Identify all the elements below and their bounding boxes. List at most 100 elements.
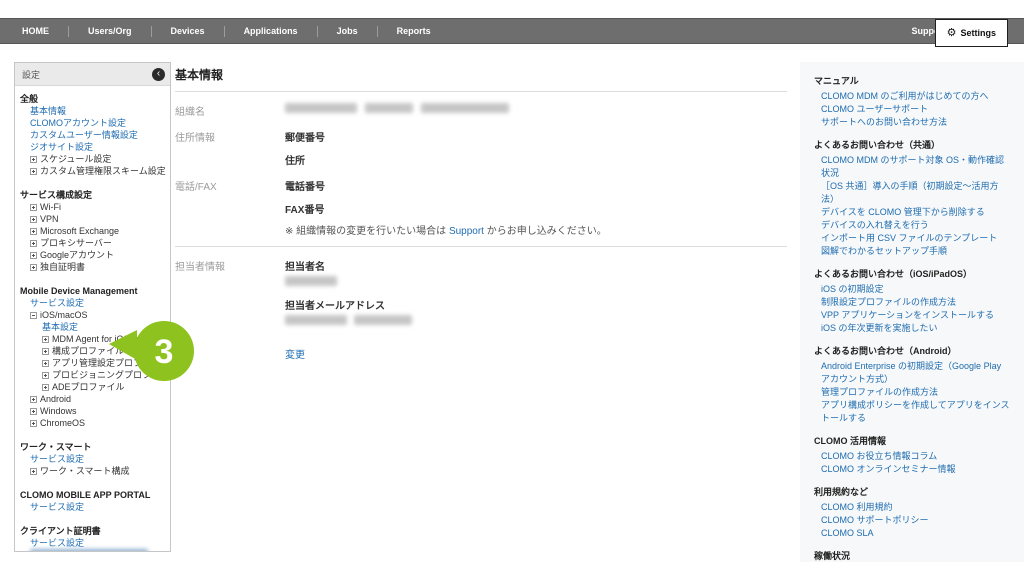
sidebar-item[interactable] bbox=[15, 549, 170, 552]
settings-tab[interactable]: ⚙ Settings bbox=[935, 19, 1008, 47]
nav-item-users-org[interactable]: Users/Org bbox=[69, 26, 151, 36]
help-link[interactable]: CLOMO SLA bbox=[814, 527, 1010, 540]
expand-icon[interactable] bbox=[30, 204, 37, 211]
section-divider bbox=[175, 246, 787, 247]
support-inline-link[interactable]: Support bbox=[449, 226, 484, 237]
fax-number-label: FAX番号 bbox=[285, 201, 325, 216]
page-title: 基本情報 bbox=[175, 66, 787, 92]
nav-item-home[interactable]: HOME bbox=[22, 26, 68, 36]
expand-icon[interactable] bbox=[42, 336, 49, 343]
expand-icon[interactable] bbox=[30, 468, 37, 475]
help-link[interactable]: CLOMO オンラインセミナー情報 bbox=[814, 463, 1010, 476]
help-section-header: よくあるお問い合わせ（Android） bbox=[814, 345, 1010, 358]
sidebar-item-label: MDM Agent for iOS設定 bbox=[52, 333, 148, 345]
sidebar-section: サービス構成設定Wi-FiVPNMicrosoft Exchangeプロキシサー… bbox=[15, 189, 170, 273]
note-suffix: からお申し込みください。 bbox=[484, 226, 607, 237]
expand-icon[interactable] bbox=[42, 384, 49, 391]
sidebar-item[interactable]: ジオサイト設定 bbox=[15, 141, 170, 153]
sidebar-item[interactable]: Googleアカウント bbox=[15, 249, 170, 261]
expand-icon[interactable] bbox=[30, 228, 37, 235]
expand-icon[interactable] bbox=[30, 168, 37, 175]
sidebar-item[interactable]: サービス設定 bbox=[15, 537, 170, 549]
help-panel: マニュアルCLOMO MDM のご利用がはじめての方へCLOMO ユーザーサポー… bbox=[800, 62, 1024, 562]
expand-icon[interactable] bbox=[30, 396, 37, 403]
expand-icon[interactable] bbox=[30, 240, 37, 247]
help-link[interactable]: 図解でわかるセットアップ手順 bbox=[814, 245, 1010, 258]
help-link[interactable]: CLOMO MDM のサポート対象 OS・動作確認状況 bbox=[814, 154, 1010, 180]
help-link[interactable]: CLOMO MDM のご利用がはじめての方へ bbox=[814, 90, 1010, 103]
redacted-text bbox=[285, 276, 337, 286]
sidebar-item[interactable]: ADEプロファイル bbox=[15, 381, 170, 393]
sidebar-collapse-button[interactable]: ‹ bbox=[152, 68, 165, 81]
sidebar-section-header: ワーク・スマート bbox=[15, 441, 170, 453]
sidebar-item-label: プロキシサーバー bbox=[40, 237, 112, 249]
redacted-link[interactable] bbox=[30, 549, 148, 552]
sidebar-item[interactable]: サービス設定 bbox=[15, 297, 170, 309]
help-link[interactable]: ［OS 共通］導入の手順（初期設定～活用方法） bbox=[814, 180, 1010, 206]
sidebar-item[interactable]: カスタムユーザー情報設定 bbox=[15, 129, 170, 141]
expand-icon[interactable] bbox=[30, 252, 37, 259]
help-link[interactable]: Android Enterprise の初期設定（Google Play アカウ… bbox=[814, 360, 1010, 386]
sidebar-section: Mobile Device Managementサービス設定iOS/macOS基… bbox=[15, 285, 170, 429]
settings-tab-label: Settings bbox=[960, 28, 996, 38]
sidebar-item[interactable]: ChromeOS bbox=[15, 417, 170, 429]
nav-item-applications[interactable]: Applications bbox=[225, 26, 317, 36]
expand-icon[interactable] bbox=[30, 156, 37, 163]
help-link[interactable]: サポートへのお問い合わせ方法 bbox=[814, 116, 1010, 129]
sidebar-item-label: ジオサイト設定 bbox=[30, 141, 93, 153]
sidebar-item[interactable]: 基本情報 bbox=[15, 105, 170, 117]
help-link[interactable]: CLOMO お役立ち情報コラム bbox=[814, 450, 1010, 463]
sidebar-section-header: クライアント証明書 bbox=[15, 525, 170, 537]
change-link[interactable]: 変更 bbox=[285, 350, 305, 361]
help-link[interactable]: デバイスの入れ替えを行う bbox=[814, 219, 1010, 232]
sidebar-item[interactable]: カスタム管理権限スキーム設定 bbox=[15, 165, 170, 177]
help-section: よくあるお問い合わせ（共通）CLOMO MDM のサポート対象 OS・動作確認状… bbox=[814, 139, 1010, 258]
postal-code-label: 郵便番号 bbox=[285, 129, 325, 144]
nav-menu: HOMEUsers/OrgDevicesApplicationsJobsRepo… bbox=[0, 26, 450, 37]
expand-icon[interactable] bbox=[42, 360, 49, 367]
sidebar-item[interactable]: 基本設定 bbox=[15, 321, 170, 333]
help-link[interactable]: 制限設定プロファイルの作成方法 bbox=[814, 296, 1010, 309]
sidebar-item[interactable]: MDM Agent for iOS設定 bbox=[15, 333, 170, 345]
sidebar-item[interactable]: プロビジョニングプロファイル bbox=[15, 369, 170, 381]
help-link[interactable]: デバイスを CLOMO 管理下から削除する bbox=[814, 206, 1010, 219]
expand-icon[interactable] bbox=[42, 372, 49, 379]
help-section: マニュアルCLOMO MDM のご利用がはじめての方へCLOMO ユーザーサポー… bbox=[814, 75, 1010, 129]
expand-icon[interactable] bbox=[30, 216, 37, 223]
sidebar-item[interactable]: Microsoft Exchange bbox=[15, 225, 170, 237]
sidebar-item-label: サービス設定 bbox=[30, 453, 84, 465]
sidebar-item[interactable]: サービス設定 bbox=[15, 501, 170, 513]
sidebar-item[interactable]: アプリ管理設定プロファイル bbox=[15, 357, 170, 369]
contact-info-row: 担当者情報 担当者名 担当者メールアドレス 変更 bbox=[175, 258, 787, 361]
sidebar-item[interactable]: iOS/macOS bbox=[15, 309, 170, 321]
help-link[interactable]: iOS の初期設定 bbox=[814, 283, 1010, 296]
nav-item-jobs[interactable]: Jobs bbox=[318, 26, 377, 36]
help-link[interactable]: 管理プロファイルの作成方法 bbox=[814, 386, 1010, 399]
expand-icon[interactable] bbox=[42, 348, 49, 355]
help-link[interactable]: CLOMO サポートポリシー bbox=[814, 514, 1010, 527]
help-link[interactable]: CLOMO ユーザーサポート bbox=[814, 103, 1010, 116]
expand-icon[interactable] bbox=[30, 264, 37, 271]
collapse-icon[interactable] bbox=[30, 312, 37, 319]
expand-icon[interactable] bbox=[30, 408, 37, 415]
help-link[interactable]: VPP アプリケーションをインストールする bbox=[814, 309, 1010, 322]
sidebar-item[interactable]: サービス設定 bbox=[15, 453, 170, 465]
sidebar-item[interactable]: ワーク・スマート構成 bbox=[15, 465, 170, 477]
sidebar-item[interactable]: 独自証明書 bbox=[15, 261, 170, 273]
sidebar-item[interactable]: CLOMOアカウント設定 bbox=[15, 117, 170, 129]
help-link[interactable]: iOS の年次更新を実施したい bbox=[814, 322, 1010, 335]
expand-icon[interactable] bbox=[30, 420, 37, 427]
sidebar-item[interactable]: プロキシサーバー bbox=[15, 237, 170, 249]
redacted-text bbox=[365, 103, 413, 113]
help-link[interactable]: インポート用 CSV ファイルのテンプレート bbox=[814, 232, 1010, 245]
sidebar-item[interactable]: 構成プロファイル bbox=[15, 345, 170, 357]
sidebar-item[interactable]: Android bbox=[15, 393, 170, 405]
sidebar-item[interactable]: VPN bbox=[15, 213, 170, 225]
sidebar-item[interactable]: Wi-Fi bbox=[15, 201, 170, 213]
nav-item-reports[interactable]: Reports bbox=[378, 26, 450, 36]
sidebar-item[interactable]: Windows bbox=[15, 405, 170, 417]
help-link[interactable]: CLOMO 利用規約 bbox=[814, 501, 1010, 514]
help-link[interactable]: アプリ構成ポリシーを作成してアプリをインストールする bbox=[814, 399, 1010, 425]
sidebar-item[interactable]: スケジュール設定 bbox=[15, 153, 170, 165]
nav-item-devices[interactable]: Devices bbox=[152, 26, 224, 36]
